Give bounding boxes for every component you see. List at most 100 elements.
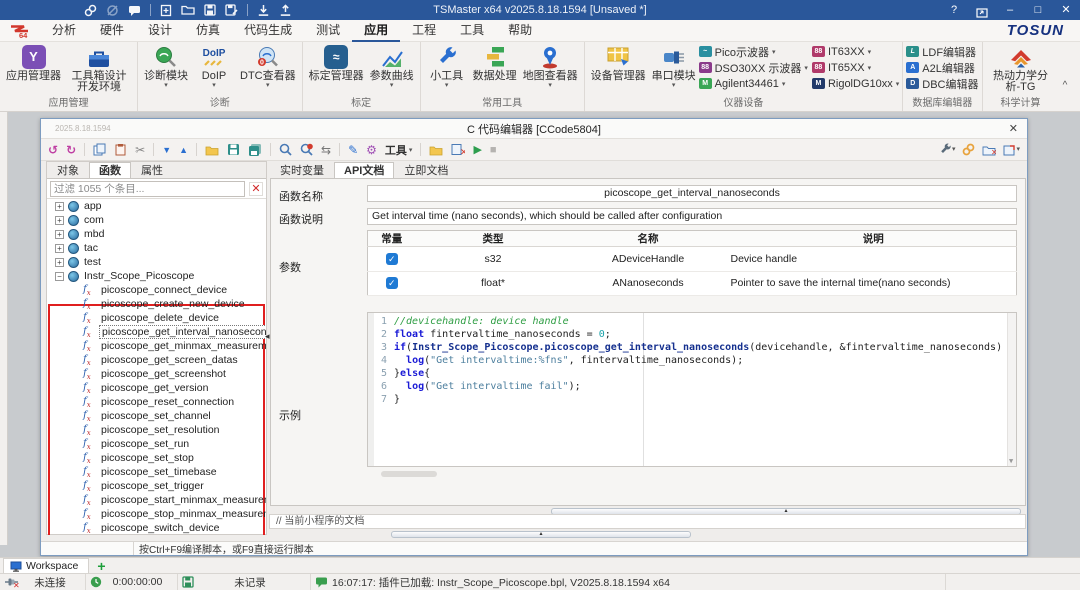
tree-item-picoscope-set-trigger[interactable]: fxpicoscope_set_trigger [47,479,266,493]
param-row[interactable]: ✓float*ANanosecondsPointer to save the i… [368,271,1017,296]
pin-window-button[interactable] [968,3,996,18]
close-folder-icon[interactable]: ✕ [982,144,996,156]
tree-item-picoscope-set-stop[interactable]: fxpicoscope_set_stop [47,451,266,465]
param-row[interactable]: ✓s32ADeviceHandleDevice handle [368,247,1017,272]
export-icon[interactable] [279,4,292,17]
map-viewer-button[interactable]: 地图查看器 ▾ [520,43,581,89]
edit-pencil-icon[interactable]: ✎ [348,143,358,157]
tree-item-picoscope-get-version[interactable]: fxpicoscope_get_version [47,381,266,395]
menu-item-project[interactable]: 工程 [400,20,448,42]
tab-properties[interactable]: 属性 [131,162,173,178]
import-icon[interactable] [257,4,270,17]
cut-icon[interactable]: ✂ [135,143,145,157]
paste-icon[interactable] [114,143,127,156]
device-manager-button[interactable]: 设备管理器 [588,43,649,82]
stop-icon[interactable]: ■ [490,143,497,157]
immediate-doc-row[interactable]: // 当前小程序的文档 [269,514,1026,529]
splitter-grip-lower[interactable]: ▴ [391,531,691,538]
move-up-icon[interactable]: ▲ [179,143,188,157]
move-down-icon[interactable]: ▼ [162,143,171,157]
tree-item-picoscope-set-run[interactable]: fxpicoscope_set_run [47,437,266,451]
tree-item-picoscope-set-resolution[interactable]: fxpicoscope_set_resolution [47,423,266,437]
menu-item-test[interactable]: 测试 [304,20,352,42]
doip-button[interactable]: DoIP DoIP ▾ [191,43,237,89]
tree-group-instr-scope-picoscope[interactable]: −Instr_Scope_Picoscope [47,269,266,283]
tab-immediate-doc[interactable]: 立即文档 [394,162,458,178]
export-window-icon[interactable]: ▾ [1003,143,1020,157]
expander-icon[interactable]: − [55,272,64,281]
calib-manager-button[interactable]: ≈ 标定管理器 [306,43,367,82]
menu-item-codegen[interactable]: 代码生成 [232,20,304,42]
open-script-icon[interactable] [205,144,219,156]
tree-item-picoscope-reset-connection[interactable]: fxpicoscope_reset_connection [47,395,266,409]
tree-item-picoscope-connect-device[interactable]: fxpicoscope_connect_device [47,283,266,297]
clear-filter-button[interactable]: ✕ [249,182,263,196]
message-icon[interactable] [128,4,141,17]
clear-script-icon[interactable]: ✕ [451,143,465,156]
add-workspace-button[interactable]: + [97,559,105,573]
link-off-icon[interactable] [106,4,119,17]
menu-item-design[interactable]: 设计 [136,20,184,42]
checkbox-checked-icon[interactable]: ✓ [386,253,398,265]
expander-icon[interactable]: + [55,258,64,267]
code-hscrollbar[interactable] [381,471,437,477]
copy-icon[interactable] [93,143,106,156]
tree-item-picoscope-create-new-device[interactable]: fxpicoscope_create_new_device [47,297,266,311]
tab-objects[interactable]: 对象 [47,162,89,178]
run-icon[interactable]: ▶ [473,143,481,157]
tree-item-picoscope-get-minmax-measurement[interactable]: fxpicoscope_get_minmax_measurement [47,339,266,353]
app-manager-button[interactable]: Y 应用管理器 [3,43,64,82]
expander-icon[interactable]: + [55,230,64,239]
tab-functions[interactable]: 函数 [89,162,131,178]
build-folder-icon[interactable] [429,144,443,156]
menu-item-simulation[interactable]: 仿真 [184,20,232,42]
ribbon-collapse-button[interactable]: ^ [1056,79,1074,93]
menu-item-tools[interactable]: 工具 [448,20,496,42]
ldf-editor-button[interactable]: LLDF编辑器 [906,45,978,58]
open-folder-icon[interactable] [181,4,195,16]
function-name-input[interactable]: picoscope_get_interval_nanoseconds [367,185,1017,202]
rigol-dg10xx-button[interactable]: MRigolDG10xx▾ [812,77,899,90]
tree-item-picoscope-switch-device[interactable]: fxpicoscope_switch_device [47,521,266,535]
link-icon[interactable] [84,4,97,17]
tree-root-app[interactable]: +app [47,199,266,213]
expander-icon[interactable]: + [55,202,64,211]
tree-root-mbd[interactable]: +mbd [47,227,266,241]
workspace-tab[interactable]: Workspace [3,558,89,573]
minimize-button[interactable]: – [996,0,1024,20]
checkbox-checked-icon[interactable]: ✓ [386,277,398,289]
tree-item-picoscope-set-timebase[interactable]: fxpicoscope_set_timebase [47,465,266,479]
agilent34461-button[interactable]: MAgilent34461▾ [699,77,808,90]
mini-tools-button[interactable]: 小工具 ▾ [424,43,470,89]
dso30xx-scope-button[interactable]: 88DSO30XX 示波器▾ [699,61,808,74]
code-vscrollbar[interactable]: ▼ [1007,313,1016,466]
thermo-analysis-button[interactable]: 热动力学分析-TG [986,43,1056,93]
save-all-icon[interactable] [248,143,262,156]
config-wrench-icon[interactable]: ▾ [939,143,956,157]
tree-item-picoscope-get-screen-datas[interactable]: fxpicoscope_get_screen_datas [47,353,266,367]
editor-close-button[interactable]: ✕ [1009,119,1018,139]
search-icon[interactable] [279,143,292,156]
tree-item-picoscope-stop-minmax-measurement[interactable]: fxpicoscope_stop_minmax_measurement [47,507,266,521]
new-file-icon[interactable] [160,4,172,17]
search-remove-icon[interactable] [300,143,313,156]
tree-item-picoscope-get-interval-nanoseconds[interactable]: fxpicoscope_get_interval_nanoseconds [47,325,266,339]
settings-gear-icon[interactable]: ⚙ [366,143,377,157]
pico-scope-button[interactable]: ~Pico示波器▾ [699,45,808,58]
tree-item-picoscope-delete-device[interactable]: fxpicoscope_delete_device [47,311,266,325]
save-script-icon[interactable] [227,143,240,156]
close-button[interactable]: ✕ [1052,0,1080,20]
link-chain-icon[interactable] [962,143,975,156]
tree-item-picoscope-get-screenshot[interactable]: fxpicoscope_get_screenshot [47,367,266,381]
tree-item-picoscope-start-minmax-measurement[interactable]: fxpicoscope_start_minmax_measurement [47,493,266,507]
menu-item-hardware[interactable]: 硬件 [88,20,136,42]
data-processing-button[interactable]: 数据处理 [470,43,520,82]
menu-item-help[interactable]: 帮助 [496,20,544,42]
tree-root-test[interactable]: +test [47,255,266,269]
pane-collapse-icon[interactable]: ◂ [265,331,270,342]
serial-module-button[interactable]: 串口模块 ▾ [649,43,699,89]
expander-icon[interactable]: + [55,216,64,225]
tab-realtime-vars[interactable]: 实时变量 [270,162,334,178]
tree-item-picoscope-set-channel[interactable]: fxpicoscope_set_channel [47,409,266,423]
diag-module-button[interactable]: 诊断模块 ▾ [141,43,191,89]
